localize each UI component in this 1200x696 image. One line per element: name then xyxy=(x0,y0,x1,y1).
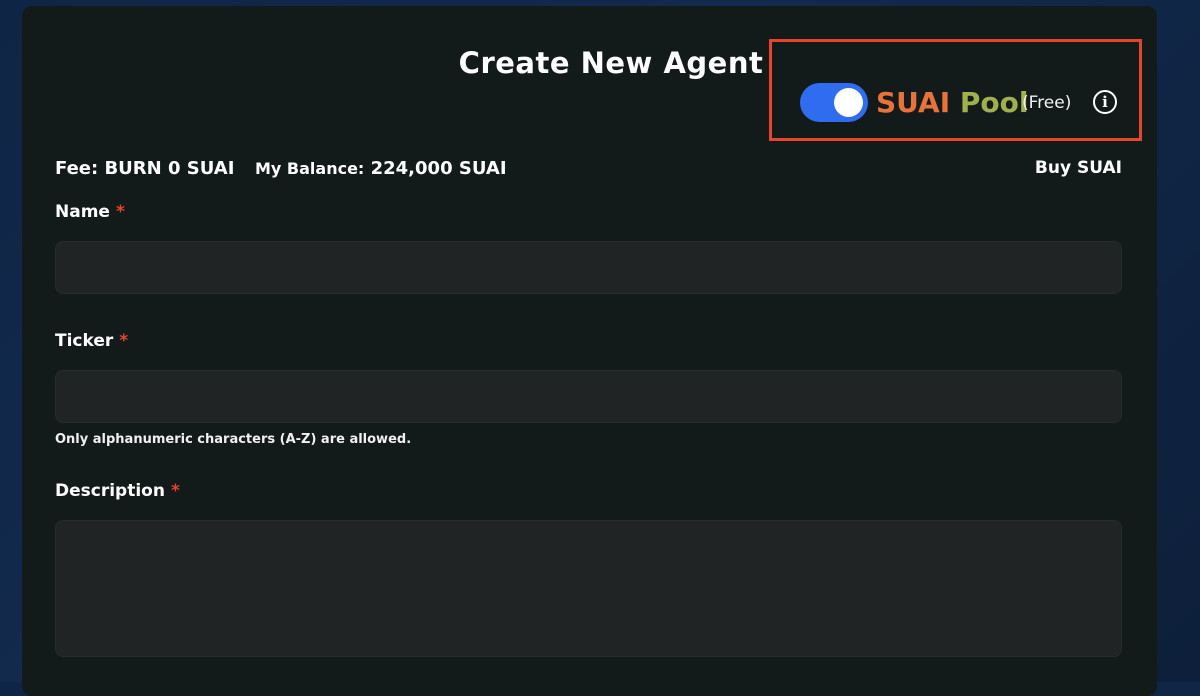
pool-label-word2: Pool xyxy=(959,86,1029,119)
description-textarea[interactable] xyxy=(55,520,1122,657)
toggle-knob xyxy=(834,88,863,117)
pool-toggle[interactable] xyxy=(800,83,868,122)
balance-label: My Balance: xyxy=(255,159,365,178)
balance-value: 224,000 SUAI xyxy=(370,158,507,179)
name-input[interactable] xyxy=(55,241,1122,294)
fee-text: Fee: BURN 0 SUAI xyxy=(55,158,235,179)
description-label-text: Description xyxy=(55,481,165,501)
pool-label: SUAI Pool xyxy=(876,86,1028,119)
name-label: Name * xyxy=(55,202,125,222)
pool-label-word1: SUAI xyxy=(876,86,951,119)
required-mark: * xyxy=(170,481,180,501)
required-mark: * xyxy=(119,331,129,351)
balance: My Balance: 224,000 SUAI xyxy=(255,158,507,179)
required-mark: * xyxy=(115,202,125,222)
pool-free-note: (Free) xyxy=(1022,93,1072,113)
ticker-label-text: Ticker xyxy=(55,331,114,351)
buy-suai-link[interactable]: Buy SUAI xyxy=(1035,158,1122,178)
pool-toggle-highlight: SUAI Pool (Free) i xyxy=(769,39,1142,141)
ticker-input[interactable] xyxy=(55,370,1122,423)
ticker-hint: Only alphanumeric characters (A-Z) are a… xyxy=(55,432,412,447)
name-label-text: Name xyxy=(55,202,110,222)
ticker-label: Ticker * xyxy=(55,331,128,351)
create-agent-card: Create New Agent SUAI Pool (Free) i Fee:… xyxy=(22,6,1157,696)
info-icon[interactable]: i xyxy=(1093,90,1117,114)
description-label: Description * xyxy=(55,481,180,501)
